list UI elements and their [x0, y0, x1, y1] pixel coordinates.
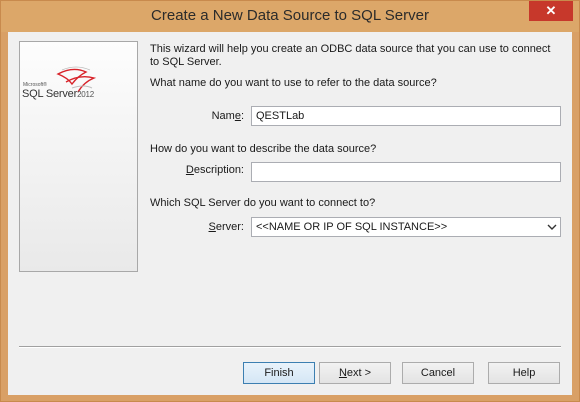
- question-name: What name do you want to use to refer to…: [150, 77, 437, 89]
- sql-server-banner: Microsoft® SQL Server2012: [19, 41, 138, 272]
- question-server: Which SQL Server do you want to connect …: [150, 197, 376, 209]
- server-label: Server:: [198, 221, 244, 233]
- cancel-button[interactable]: Cancel: [402, 362, 474, 384]
- help-button[interactable]: Help: [488, 362, 560, 384]
- server-label-accel: S: [208, 221, 216, 233]
- name-label-pre: Nam: [211, 110, 235, 122]
- next-button-label: ext >: [346, 367, 372, 379]
- description-label-accel: D: [185, 164, 194, 176]
- description-input[interactable]: [251, 162, 561, 182]
- close-button[interactable]: ✕: [529, 1, 573, 21]
- next-button[interactable]: Next >: [319, 362, 391, 384]
- dialog-window: Create a New Data Source to SQL Server ✕…: [0, 0, 580, 402]
- intro-text: This wizard will help you create an ODBC…: [150, 43, 551, 68]
- separator: [19, 346, 561, 348]
- title-bar[interactable]: Create a New Data Source to SQL Server ✕: [1, 1, 579, 32]
- description-label-post: escription:: [193, 164, 244, 176]
- window-title: Create a New Data Source to SQL Server: [151, 7, 429, 24]
- brand-product-name: SQL Server: [22, 88, 78, 100]
- server-combobox[interactable]: <<NAME OR IP OF SQL INSTANCE>>: [251, 217, 561, 237]
- question-description: How do you want to describe the data sou…: [150, 143, 377, 155]
- brand-product: SQL Server2012: [22, 88, 94, 100]
- dialog-body: Microsoft® SQL Server2012 This wizard wi…: [8, 32, 572, 395]
- name-label-post: :: [240, 110, 244, 122]
- name-label: Name:: [198, 110, 244, 122]
- server-label-post: erver:: [215, 221, 244, 233]
- chevron-down-icon[interactable]: [547, 221, 557, 233]
- description-label: Description:: [158, 164, 244, 176]
- finish-button[interactable]: Finish: [243, 362, 315, 384]
- next-button-accel: N: [338, 367, 347, 379]
- brand-version: 2012: [77, 90, 95, 99]
- server-combobox-value: <<NAME OR IP OF SQL INSTANCE>>: [256, 221, 448, 233]
- name-input[interactable]: QESTLab: [251, 106, 561, 126]
